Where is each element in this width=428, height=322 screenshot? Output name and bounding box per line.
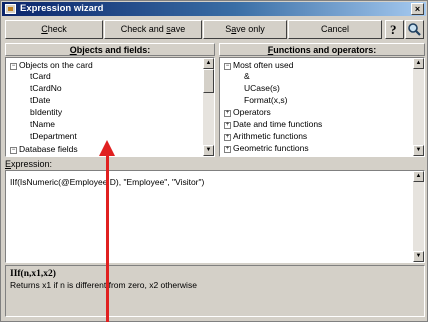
help-icon: ?: [390, 22, 397, 37]
functions-tree[interactable]: − Most often used & UCase(s) Format(x,s) …: [219, 57, 425, 157]
scroll-up-icon[interactable]: ▲: [203, 58, 214, 69]
tree-node-geometric[interactable]: + Geometric functions: [224, 143, 309, 153]
tree-leaf[interactable]: tCardNo: [30, 83, 62, 93]
tree-leaf[interactable]: &: [244, 71, 250, 81]
tree-leaf[interactable]: tCard: [30, 71, 51, 81]
expand-icon[interactable]: +: [224, 110, 231, 117]
expression-scrollbar[interactable]: ▲ ▼: [413, 171, 424, 262]
scroll-up-icon[interactable]: ▲: [413, 58, 424, 69]
tree-leaf[interactable]: tDate: [30, 95, 50, 105]
scroll-down-icon[interactable]: ▼: [203, 145, 214, 156]
title-bar: Expression wizard ×: [2, 2, 426, 16]
collapse-icon[interactable]: −: [10, 63, 17, 70]
expression-wizard-window: Expression wizard × Check Check and save…: [0, 0, 428, 322]
save-only-button[interactable]: Save only: [203, 20, 287, 39]
expand-icon[interactable]: +: [224, 134, 231, 141]
objects-fields-header: Objects and fields:: [5, 43, 215, 56]
close-button[interactable]: ×: [411, 3, 424, 15]
search-button[interactable]: [405, 20, 424, 39]
functions-header: Functions and operators:: [219, 43, 425, 56]
magnifier-icon: [408, 23, 421, 36]
function-signature: IIf(n,x1,x2): [10, 269, 56, 279]
tree-node-most-used[interactable]: − Most often used: [224, 60, 293, 70]
tree-node-date-time[interactable]: + Date and time functions: [224, 119, 322, 129]
function-help-panel: IIf(n,x1,x2) Returns x1 if n is differen…: [5, 265, 425, 317]
check-and-save-button[interactable]: Check and save: [104, 20, 202, 39]
tree-leaf[interactable]: tName: [30, 119, 55, 129]
help-button[interactable]: ?: [385, 20, 404, 39]
objects-scrollbar[interactable]: ▲ ▼: [203, 58, 214, 156]
tree-leaf[interactable]: Format(x,s): [244, 95, 287, 105]
expand-icon[interactable]: +: [224, 146, 231, 153]
scroll-down-icon[interactable]: ▼: [413, 145, 424, 156]
collapse-icon[interactable]: −: [224, 63, 231, 70]
scroll-thumb[interactable]: [203, 69, 214, 93]
toolbar: Check Check and save Save only Cancel ?: [5, 20, 425, 39]
tree-leaf[interactable]: bIdentity: [30, 107, 62, 117]
function-description: Returns x1 if n is different from zero, …: [10, 280, 197, 290]
expression-editor[interactable]: IIf(IsNumeric(@EmployeeID), "Employee", …: [5, 170, 425, 263]
expand-icon[interactable]: +: [224, 122, 231, 129]
annotation-arrow-line: [106, 148, 109, 322]
cancel-button[interactable]: Cancel: [288, 20, 382, 39]
app-icon: [5, 4, 16, 14]
check-button[interactable]: Check: [5, 20, 103, 39]
tree-leaf[interactable]: UCase(s): [244, 83, 280, 93]
tree-node-objects-on-card[interactable]: − Objects on the card: [10, 60, 93, 70]
window-title: Expression wizard: [20, 3, 104, 14]
expression-label: Expression:: [5, 159, 53, 169]
tree-node-operators[interactable]: + Operators: [224, 107, 271, 117]
functions-scrollbar[interactable]: ▲ ▼: [413, 58, 424, 156]
tree-leaf[interactable]: tDepartment: [30, 131, 77, 141]
scroll-up-icon[interactable]: ▲: [413, 171, 424, 182]
collapse-icon[interactable]: −: [10, 147, 17, 154]
tree-node-database-fields[interactable]: − Database fields: [10, 144, 78, 154]
scroll-down-icon[interactable]: ▼: [413, 251, 424, 262]
tree-node-arithmetic[interactable]: + Arithmetic functions: [224, 131, 307, 141]
